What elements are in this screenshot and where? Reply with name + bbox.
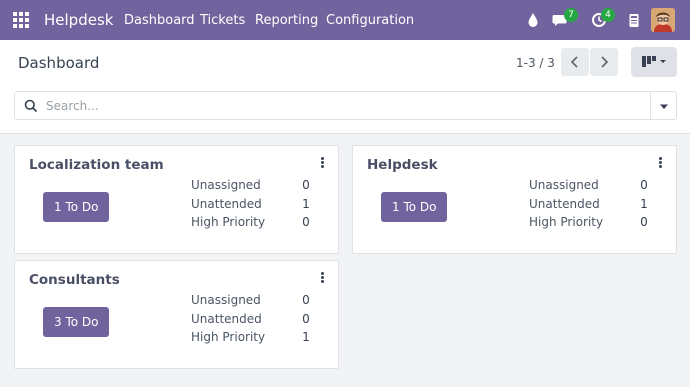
stat-value-high-priority[interactable]: 1 (300, 330, 312, 344)
stat-label-unassigned[interactable]: Unassigned (191, 178, 261, 192)
todo-button[interactable]: 1 To Do (381, 192, 448, 222)
stat-label-high-priority[interactable]: High Priority (191, 330, 265, 344)
pager-previous-button[interactable] (561, 48, 589, 76)
stat-label-high-priority[interactable]: High Priority (529, 215, 603, 229)
top-navbar: Helpdesk Dashboard Tickets Reporting Con… (0, 0, 690, 40)
menu-reporting[interactable]: Reporting (255, 13, 318, 28)
stat-label-unassigned[interactable]: Unassigned (191, 293, 261, 307)
stat-value-unassigned[interactable]: 0 (300, 178, 312, 192)
team-name[interactable]: Helpdesk (367, 157, 438, 173)
menu-dashboard[interactable]: Dashboard (124, 13, 195, 28)
card-menu-icon[interactable] (657, 157, 663, 171)
activities-badge: 4 (601, 8, 615, 22)
card-menu-icon[interactable] (319, 157, 325, 171)
team-card-consultants[interactable]: Consultants 3 To Do Unassigned 0 Unatten… (14, 260, 339, 369)
stat-value-unassigned[interactable]: 0 (300, 293, 312, 307)
page-title: Dashboard (18, 54, 100, 72)
todo-button[interactable]: 3 To Do (43, 307, 110, 337)
stat-value-unattended[interactable]: 0 (300, 312, 312, 326)
search-icon (24, 99, 38, 113)
phone-icon[interactable] (628, 9, 640, 31)
pager-next-button[interactable] (590, 48, 618, 76)
drop-icon[interactable] (527, 9, 539, 31)
stat-label-unattended[interactable]: Unattended (529, 197, 600, 211)
chevron-right-icon (601, 56, 609, 68)
kanban-icon (642, 56, 666, 67)
stat-label-unattended[interactable]: Unattended (191, 197, 262, 211)
caret-down-icon (660, 104, 668, 109)
card-menu-icon[interactable] (319, 272, 325, 286)
stat-value-high-priority[interactable]: 0 (300, 215, 312, 229)
stat-value-high-priority[interactable]: 0 (638, 215, 650, 229)
messages-badge: 7 (564, 8, 578, 22)
stat-value-unattended[interactable]: 1 (638, 197, 650, 211)
control-panel: Dashboard 1-3 / 3 (0, 40, 690, 134)
stat-label-unattended[interactable]: Unattended (191, 312, 262, 326)
chevron-left-icon (570, 56, 578, 68)
app-brand[interactable]: Helpdesk (44, 11, 113, 29)
team-name[interactable]: Consultants (29, 272, 120, 288)
stat-value-unattended[interactable]: 1 (300, 197, 312, 211)
stat-value-unassigned[interactable]: 0 (638, 178, 650, 192)
team-card-localization[interactable]: Localization team 1 To Do Unassigned 0 U… (14, 145, 339, 254)
search-input[interactable] (46, 97, 636, 115)
menu-tickets[interactable]: Tickets (200, 13, 245, 28)
menu-configuration[interactable]: Configuration (326, 13, 414, 28)
stat-label-high-priority[interactable]: High Priority (191, 215, 265, 229)
kanban-view-button[interactable] (631, 47, 677, 77)
apps-grid-icon[interactable] (13, 12, 29, 28)
stat-label-unassigned[interactable]: Unassigned (529, 178, 599, 192)
user-avatar[interactable] (651, 8, 675, 32)
team-name[interactable]: Localization team (29, 157, 164, 173)
todo-button[interactable]: 1 To Do (43, 192, 110, 222)
pager-value[interactable]: 1-3 / 3 (516, 56, 555, 70)
search-bar[interactable] (14, 91, 650, 120)
team-card-helpdesk[interactable]: Helpdesk 1 To Do Unassigned 0 Unattended… (352, 145, 677, 254)
search-options-toggle[interactable] (650, 91, 677, 120)
